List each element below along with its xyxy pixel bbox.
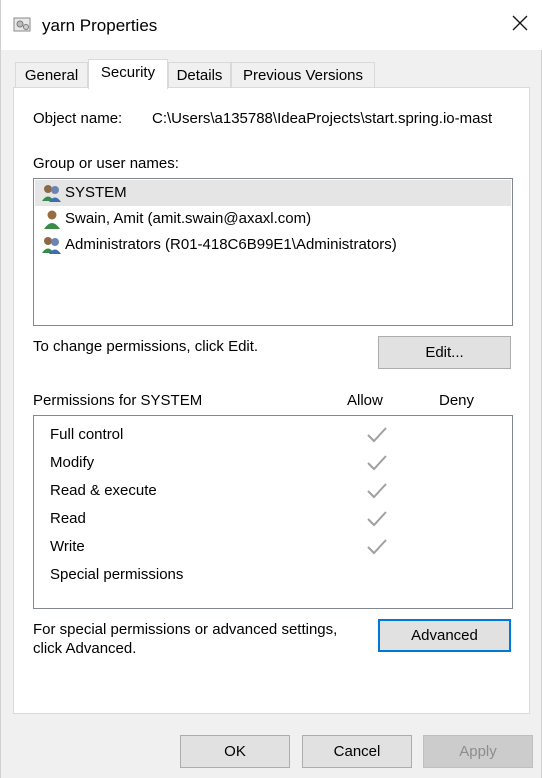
permission-row-special: Special permissions xyxy=(50,561,510,589)
tab-general[interactable]: General xyxy=(15,62,88,89)
permission-row-modify: Modify xyxy=(50,449,510,477)
tab-previous-versions[interactable]: Previous Versions xyxy=(231,62,375,89)
permission-name: Special permissions xyxy=(50,566,184,583)
close-button[interactable] xyxy=(497,0,542,50)
list-item-administrators[interactable]: Administrators (R01-418C6B99E1\Administr… xyxy=(35,232,511,258)
permissions-list[interactable]: Full control Modify Read & execute Read xyxy=(33,415,513,609)
permission-name: Read & execute xyxy=(50,482,157,499)
deny-column-header: Deny xyxy=(439,392,475,409)
allow-check-icon xyxy=(366,454,388,472)
allow-check-icon xyxy=(366,510,388,528)
list-item-swain-amit[interactable]: Swain, Amit (amit.swain@axaxl.com) xyxy=(35,206,511,232)
user-name: Administrators (R01-418C6B99E1\Administr… xyxy=(65,236,397,253)
allow-check-icon xyxy=(366,538,388,556)
user-list[interactable]: SYSTEM Swain, Amit (amit.swain@axaxl.com… xyxy=(33,178,513,326)
properties-window: yarn Properties General Security Details… xyxy=(0,0,542,778)
allow-column-header: Allow xyxy=(347,392,383,409)
allow-check-icon xyxy=(366,482,388,500)
allow-check-icon xyxy=(366,426,388,444)
permission-row-write: Write xyxy=(50,533,510,561)
window-title: yarn Properties xyxy=(42,16,158,35)
group-users-icon xyxy=(41,235,63,255)
user-name: SYSTEM xyxy=(65,184,127,201)
change-permissions-hint: To change permissions, click Edit. xyxy=(33,338,259,355)
permission-row-read: Read xyxy=(50,505,510,533)
apply-button[interactable]: Apply xyxy=(423,735,533,768)
edit-button[interactable]: Edit... xyxy=(378,336,511,369)
object-name-value: C:\Users\a135788\IdeaProjects\start.spri… xyxy=(152,110,493,127)
group-users-icon xyxy=(41,183,63,203)
tab-details[interactable]: Details xyxy=(168,62,231,89)
cancel-button[interactable]: Cancel xyxy=(302,735,412,768)
security-panel: Object name: C:\Users\a135788\IdeaProjec… xyxy=(13,87,530,714)
title-bar: yarn Properties xyxy=(1,0,542,50)
advanced-hint-line1: For special permissions or advanced sett… xyxy=(33,621,338,638)
permission-name: Write xyxy=(50,538,85,555)
permission-row-full-control: Full control xyxy=(50,421,510,449)
permission-name: Full control xyxy=(50,426,124,443)
permission-name: Modify xyxy=(50,454,95,471)
permission-name: Read xyxy=(50,510,86,527)
tab-security[interactable]: Security xyxy=(88,59,168,89)
group-names-label: Group or user names: xyxy=(33,155,179,172)
user-icon xyxy=(41,209,63,229)
object-name-label: Object name: xyxy=(33,110,123,127)
permissions-for-label: Permissions for SYSTEM xyxy=(33,392,203,409)
close-icon xyxy=(512,15,528,35)
user-name: Swain, Amit (amit.swain@axaxl.com) xyxy=(65,210,312,227)
permission-row-read-execute: Read & execute xyxy=(50,477,510,505)
ok-button[interactable]: OK xyxy=(180,735,290,768)
list-item-system[interactable]: SYSTEM xyxy=(35,180,511,206)
folder-properties-icon xyxy=(13,16,33,34)
advanced-button[interactable]: Advanced xyxy=(378,619,511,652)
advanced-hint-line2: click Advanced. xyxy=(33,640,137,657)
